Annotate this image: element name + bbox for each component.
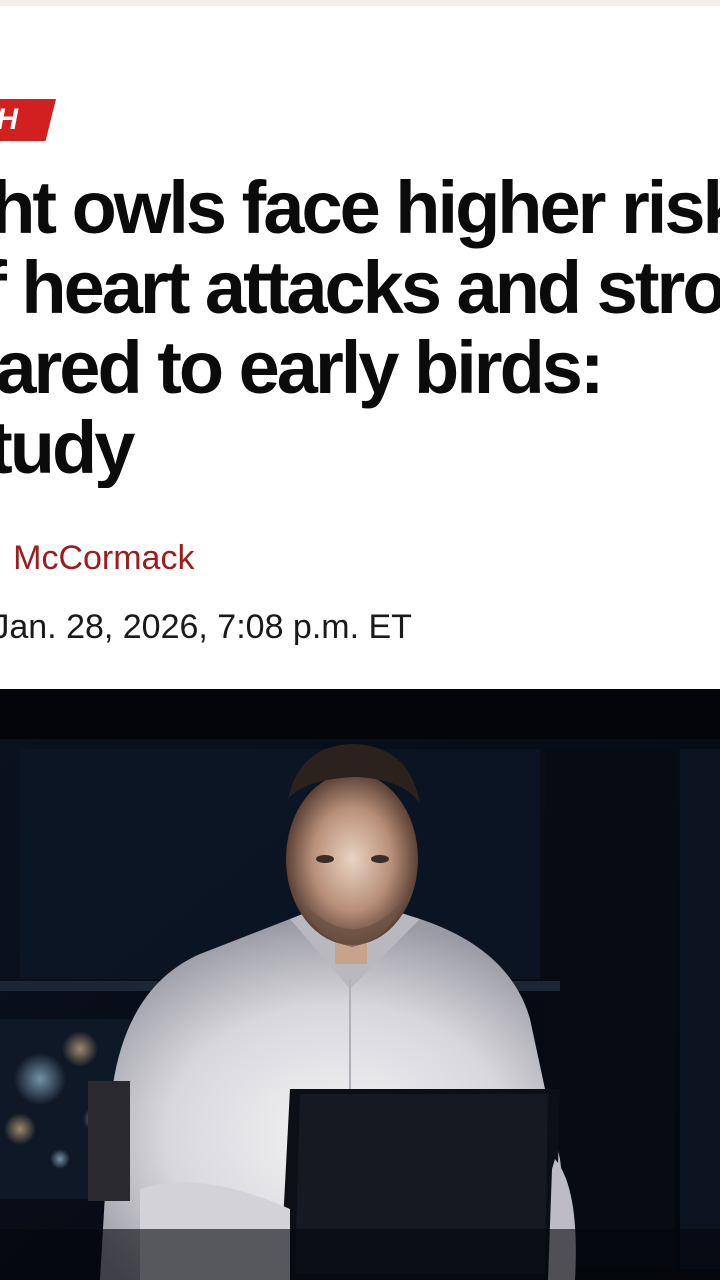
headline-line-1: Night owls face higher risk [0,168,720,249]
man-laptop-night-photo [0,689,720,1280]
top-divider [0,0,720,6]
section-tag-label[interactable]: TH [0,99,18,141]
author-name-link[interactable]: McCormack [13,539,194,577]
author-byline[interactable]: By McCormack [0,537,194,579]
article-headline: Night owls face higher risk of heart att… [0,168,720,488]
publish-date: d Jan. 28, 2026, 7:08 p.m. ET [0,608,412,646]
headline-line-4: study [0,406,135,488]
article-page: TH Night owls face higher risk of heart … [0,0,720,1280]
hero-image [0,689,720,1280]
headline-line-2: of heart attacks and strokes [0,246,720,329]
headline-line-3: compared to early birds: [0,326,605,409]
